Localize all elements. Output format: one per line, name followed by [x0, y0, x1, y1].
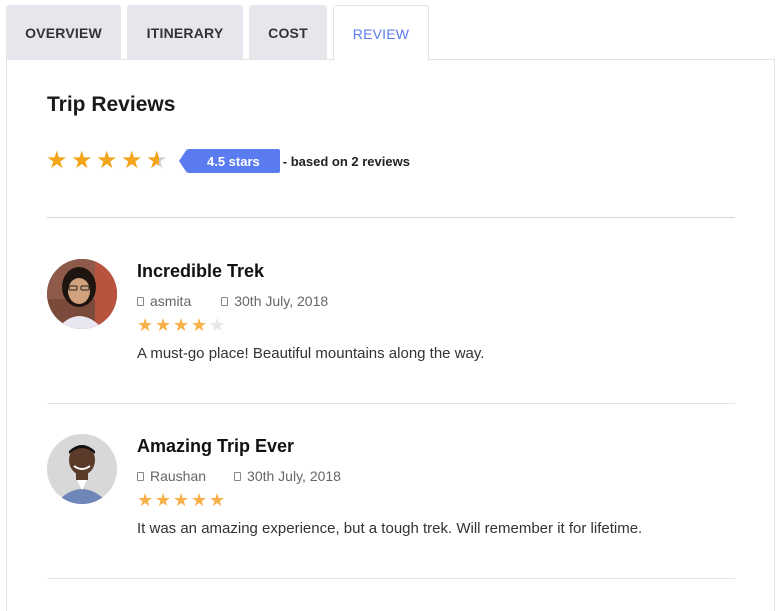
review-title: Amazing Trip Ever: [137, 436, 295, 456]
star-icon: ★: [46, 147, 68, 174]
star-icon: ★: [173, 315, 190, 335]
section-title: Trip Reviews: [47, 93, 176, 116]
tab-overview[interactable]: OVERVIEW: [6, 5, 121, 60]
star-icon: ★: [96, 147, 118, 174]
star-icon: ★: [209, 490, 226, 510]
review-meta: asmita 30th July, 2018: [137, 292, 737, 310]
review-panel: Trip Reviews ★ ★ ★ ★ ★ ★ 4.5 stars - base…: [6, 59, 775, 611]
review-body: Incredible Trek asmita 30th July, 2018 ★…: [137, 259, 737, 362]
empty-star-icon: ★: [209, 315, 226, 335]
star-icon: ★: [71, 147, 93, 174]
calendar-icon: [234, 471, 242, 481]
tab-review[interactable]: REVIEW: [333, 5, 429, 61]
review-text: It was an amazing experience, but a toug…: [137, 520, 643, 537]
star-icon: ★: [137, 490, 154, 510]
review-author: Raushan: [137, 468, 206, 484]
star-icon: ★: [191, 315, 208, 335]
rating-badge: 4.5 stars: [179, 149, 280, 173]
date-text: 30th July, 2018: [247, 468, 341, 484]
tab-cost[interactable]: COST: [249, 5, 327, 60]
star-icon: ★: [191, 490, 208, 510]
divider: [47, 578, 735, 579]
author-name: Raushan: [150, 468, 207, 484]
review-meta: Raushan 30th July, 2018: [137, 467, 737, 485]
half-star-icon: ★ ★: [146, 147, 168, 174]
avatar: [47, 259, 117, 329]
star-icon: ★: [173, 490, 190, 510]
review-date: 30th July, 2018: [234, 468, 341, 484]
author-name: asmita: [150, 293, 192, 309]
star-icon: ★: [155, 490, 172, 510]
divider: [47, 403, 735, 404]
review-body: Amazing Trip Ever Raushan 30th July, 201…: [137, 434, 737, 537]
rating-summary: ★ ★ ★ ★ ★ ★ 4.5 stars - based on 2 review…: [46, 148, 410, 174]
user-icon: [137, 471, 144, 481]
review-count-text: - based on 2 reviews: [282, 153, 410, 169]
tab-bar: OVERVIEW ITINERARY COST REVIEW: [6, 5, 429, 61]
date-text: 30th July, 2018: [234, 293, 329, 309]
review-author: asmita: [137, 293, 191, 309]
review-text: A must-go place! Beautiful mountains alo…: [137, 345, 485, 362]
user-icon: [137, 296, 144, 306]
tab-itinerary[interactable]: ITINERARY: [127, 5, 243, 60]
star-icon: ★: [137, 315, 154, 335]
review-rating-stars: ★ ★ ★ ★ ★: [137, 315, 737, 335]
star-icon: ★: [155, 315, 172, 335]
overall-rating-stars: ★ ★ ★ ★ ★ ★: [46, 149, 171, 173]
review-title: Incredible Trek: [137, 261, 265, 281]
divider: [47, 217, 735, 218]
avatar: [47, 434, 117, 504]
star-icon: ★: [121, 147, 143, 174]
calendar-icon: [221, 296, 229, 306]
review-date: 30th July, 2018: [221, 293, 328, 309]
review-rating-stars: ★ ★ ★ ★ ★: [137, 490, 737, 510]
